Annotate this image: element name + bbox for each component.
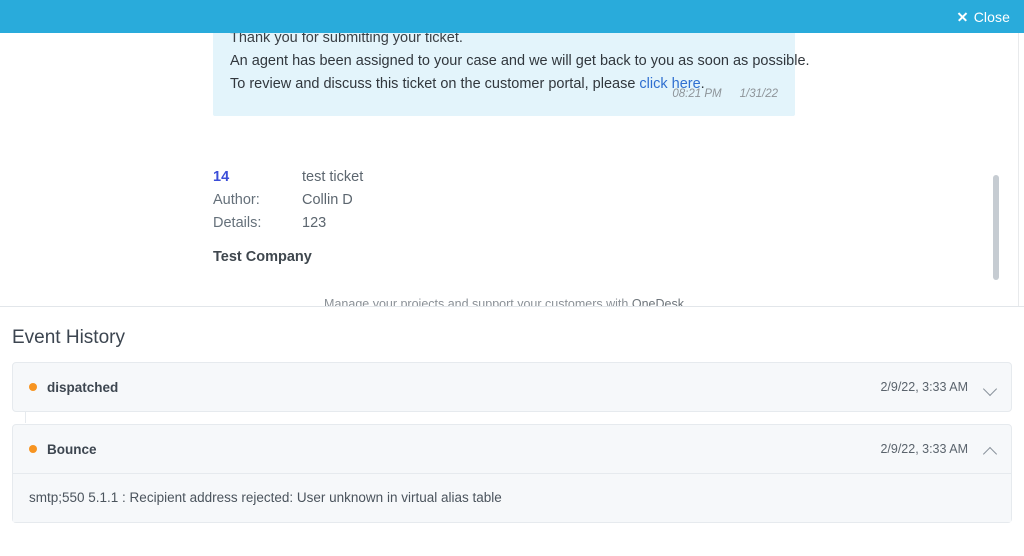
ticket-details-row: Details: 123 <box>213 215 813 238</box>
email-timestamp: 08:21 PM 1/31/22 <box>672 88 778 100</box>
event-list: dispatched 2/9/22, 3:33 AM Bounce 2/9/22… <box>12 362 1012 523</box>
close-button[interactable]: Close <box>947 10 1024 24</box>
email-preview-content: Thank you for submitting your ticket. An… <box>0 33 1019 306</box>
event-history-title: Event History <box>12 327 125 348</box>
event-timestamp: 2/9/22, 3:33 AM <box>880 380 968 394</box>
window-topbar: Close <box>0 0 1024 33</box>
event-card-dispatched[interactable]: dispatched 2/9/22, 3:33 AM <box>12 362 1012 412</box>
ticket-author-value: Collin D <box>302 192 353 208</box>
ticket-id-link[interactable]: 14 <box>213 169 302 185</box>
ticket-preview-window: Close Thank you for submitting your tick… <box>0 0 1024 556</box>
event-name: dispatched <box>47 379 119 395</box>
email-preview-pane[interactable]: Thank you for submitting your ticket. An… <box>0 33 1024 307</box>
close-button-label: Close <box>973 8 1010 25</box>
preview-scrollbar-track[interactable] <box>992 33 1001 306</box>
email-date: 1/31/22 <box>739 88 778 100</box>
status-dot-icon <box>29 445 37 453</box>
chevron-up-icon[interactable] <box>984 443 997 456</box>
event-detail-message: smtp;550 5.1.1 : Recipient address rejec… <box>13 473 1011 522</box>
chevron-down-icon[interactable] <box>984 381 997 394</box>
preview-scrollbar-thumb[interactable] <box>993 175 999 280</box>
onedesk-footer-text: Manage your projects and support your cu… <box>324 297 632 307</box>
event-history-section: Event History dispatched 2/9/22, 3:33 AM… <box>0 307 1024 556</box>
ticket-title: test ticket <box>302 169 364 185</box>
event-name: Bounce <box>47 441 97 457</box>
ticket-details-value: 123 <box>302 215 327 231</box>
company-name: Test Company <box>213 249 312 265</box>
email-message-bubble: Thank you for submitting your ticket. An… <box>213 33 810 116</box>
email-line-2: An agent has been assigned to your case … <box>230 53 810 69</box>
email-line-1: Thank you for submitting your ticket. <box>230 33 463 46</box>
ticket-author-row: Author: Collin D <box>213 192 813 215</box>
email-time: 08:21 PM <box>672 88 722 100</box>
ticket-id-row: 14 test ticket <box>213 169 813 192</box>
event-header[interactable]: dispatched 2/9/22, 3:33 AM <box>13 363 1011 411</box>
onedesk-link[interactable]: OneDesk <box>632 297 684 306</box>
event-card-bounce[interactable]: Bounce 2/9/22, 3:33 AM smtp;550 5.1.1 : … <box>12 424 1012 523</box>
ticket-author-label: Author: <box>213 192 260 208</box>
onedesk-footer: Manage your projects and support your cu… <box>213 297 795 307</box>
ticket-summary: 14 test ticket Author: Collin D Details:… <box>213 169 813 306</box>
event-timestamp: 2/9/22, 3:33 AM <box>880 442 968 456</box>
event-header[interactable]: Bounce 2/9/22, 3:33 AM <box>13 425 1011 473</box>
email-line-3-prefix: To review and discuss this ticket on the… <box>230 76 640 92</box>
close-x-icon <box>957 11 968 22</box>
ticket-details-label: Details: <box>213 215 262 231</box>
status-dot-icon <box>29 383 37 391</box>
